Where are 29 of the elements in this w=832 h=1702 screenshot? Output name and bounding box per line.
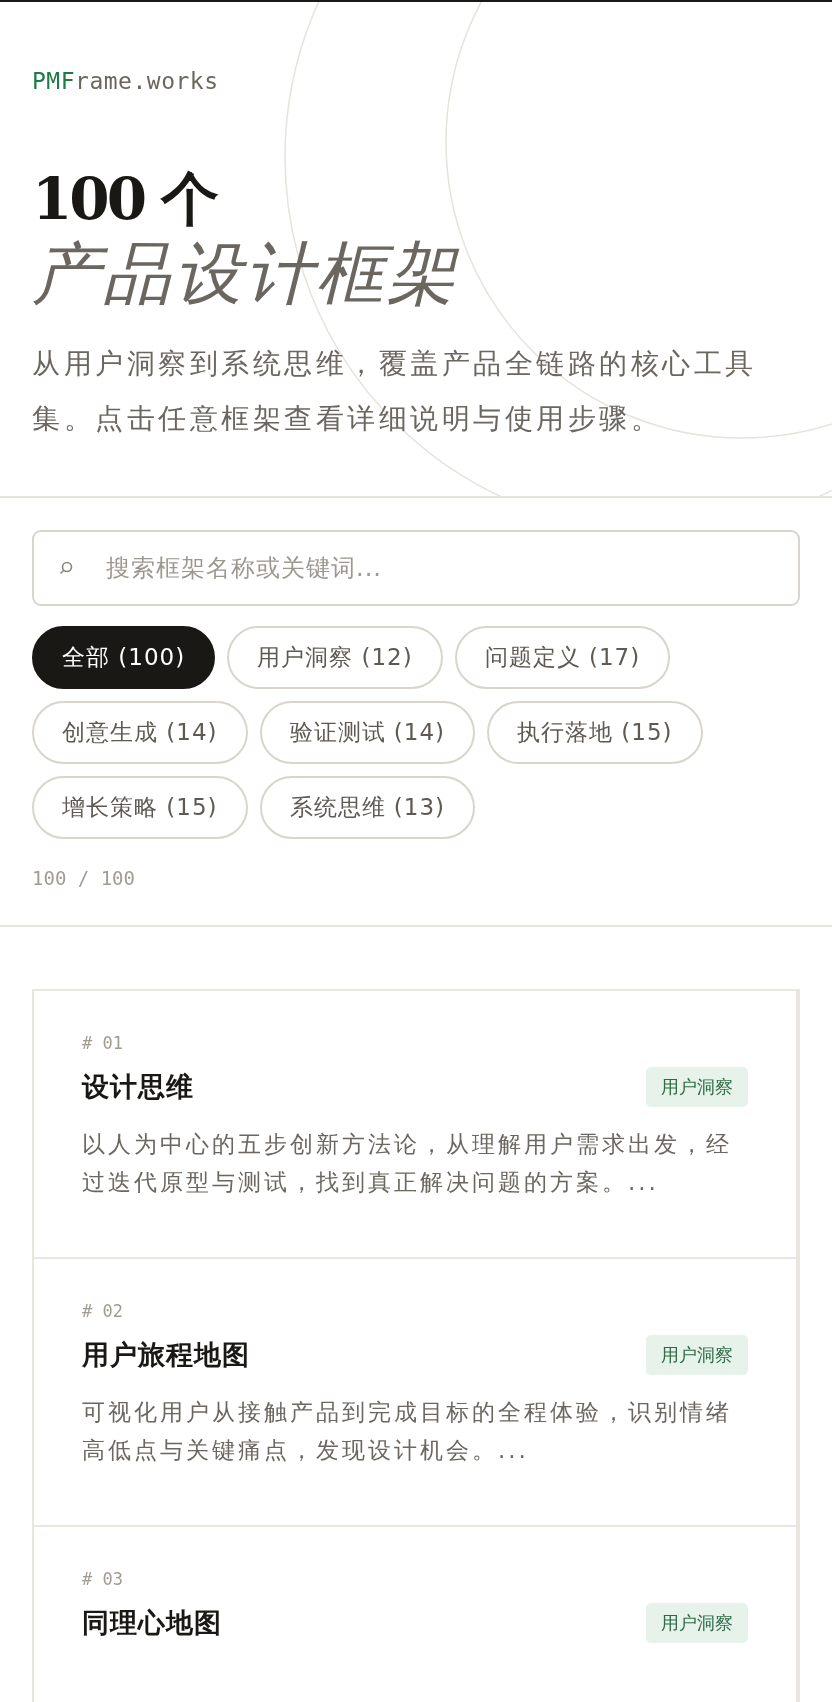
card-description: 可视化用户从接触产品到完成目标的全程体验，识别情绪高低点与关键痛点，发现设计机会。... [82,1398,733,1465]
card-title: 设计思维 [82,1070,194,1104]
brand-logo[interactable]: PMF rame.works [32,68,219,94]
category-tag: 用户洞察 [646,1603,748,1643]
hero-description: 从用户洞察到系统思维，覆盖产品全链路的核心工具集。点击任意框架查看详细说明与使用步骤。 [32,346,758,437]
card-number: # 01 [82,1033,123,1053]
search-field[interactable]: 搜索框架名称或关键词... [32,530,800,606]
card-title: 用户旅程地图 [82,1338,250,1372]
framework-card[interactable]: # 03 同理心地图 用户洞察 [32,1525,800,1702]
filter-chip[interactable]: 执行落地 (15) [487,701,703,764]
filter-chip[interactable]: 全部 (100) [32,626,216,689]
filter-chip[interactable]: 系统思维 (13) [259,776,476,839]
card-title: 同理心地图 [82,1606,222,1640]
card-description: 以人为中心的五步创新方法论，从理解用户需求出发，经过迭代原型与测试，找到真正解决问题的方案。... [82,1130,733,1197]
framework-card[interactable]: # 01 设计思维 用户洞察 以人为中心的五步创新方法论，从理解用户需求出发，经过迭代原型与测试，找到真正解决问题的方案。... [32,989,800,1259]
card-number: # 02 [82,1301,123,1321]
hero-title: 产品设计框架 [32,234,458,314]
search-icon [58,560,74,576]
result-count: 100 / 100 [32,867,135,889]
card-number: # 03 [82,1569,123,1589]
filter-chip[interactable]: 问题定义 (17) [454,626,671,689]
framework-card[interactable]: # 02 用户旅程地图 用户洞察 可视化用户从接触产品到完成目标的全程体验，识别情绪高低点与关键痛点，发现设计机会。... [32,1257,800,1527]
filter-chip[interactable]: 验证测试 (14) [259,701,476,764]
filter-chip[interactable]: 用户洞察 (12) [227,626,443,689]
hero-count: 100 个 [32,164,217,234]
category-tag: 用户洞察 [646,1335,748,1375]
category-tag: 用户洞察 [646,1067,748,1107]
filter-chip[interactable]: 创意生成 (14) [32,701,248,764]
filter-chip[interactable]: 增长策略 (15) [32,776,248,839]
